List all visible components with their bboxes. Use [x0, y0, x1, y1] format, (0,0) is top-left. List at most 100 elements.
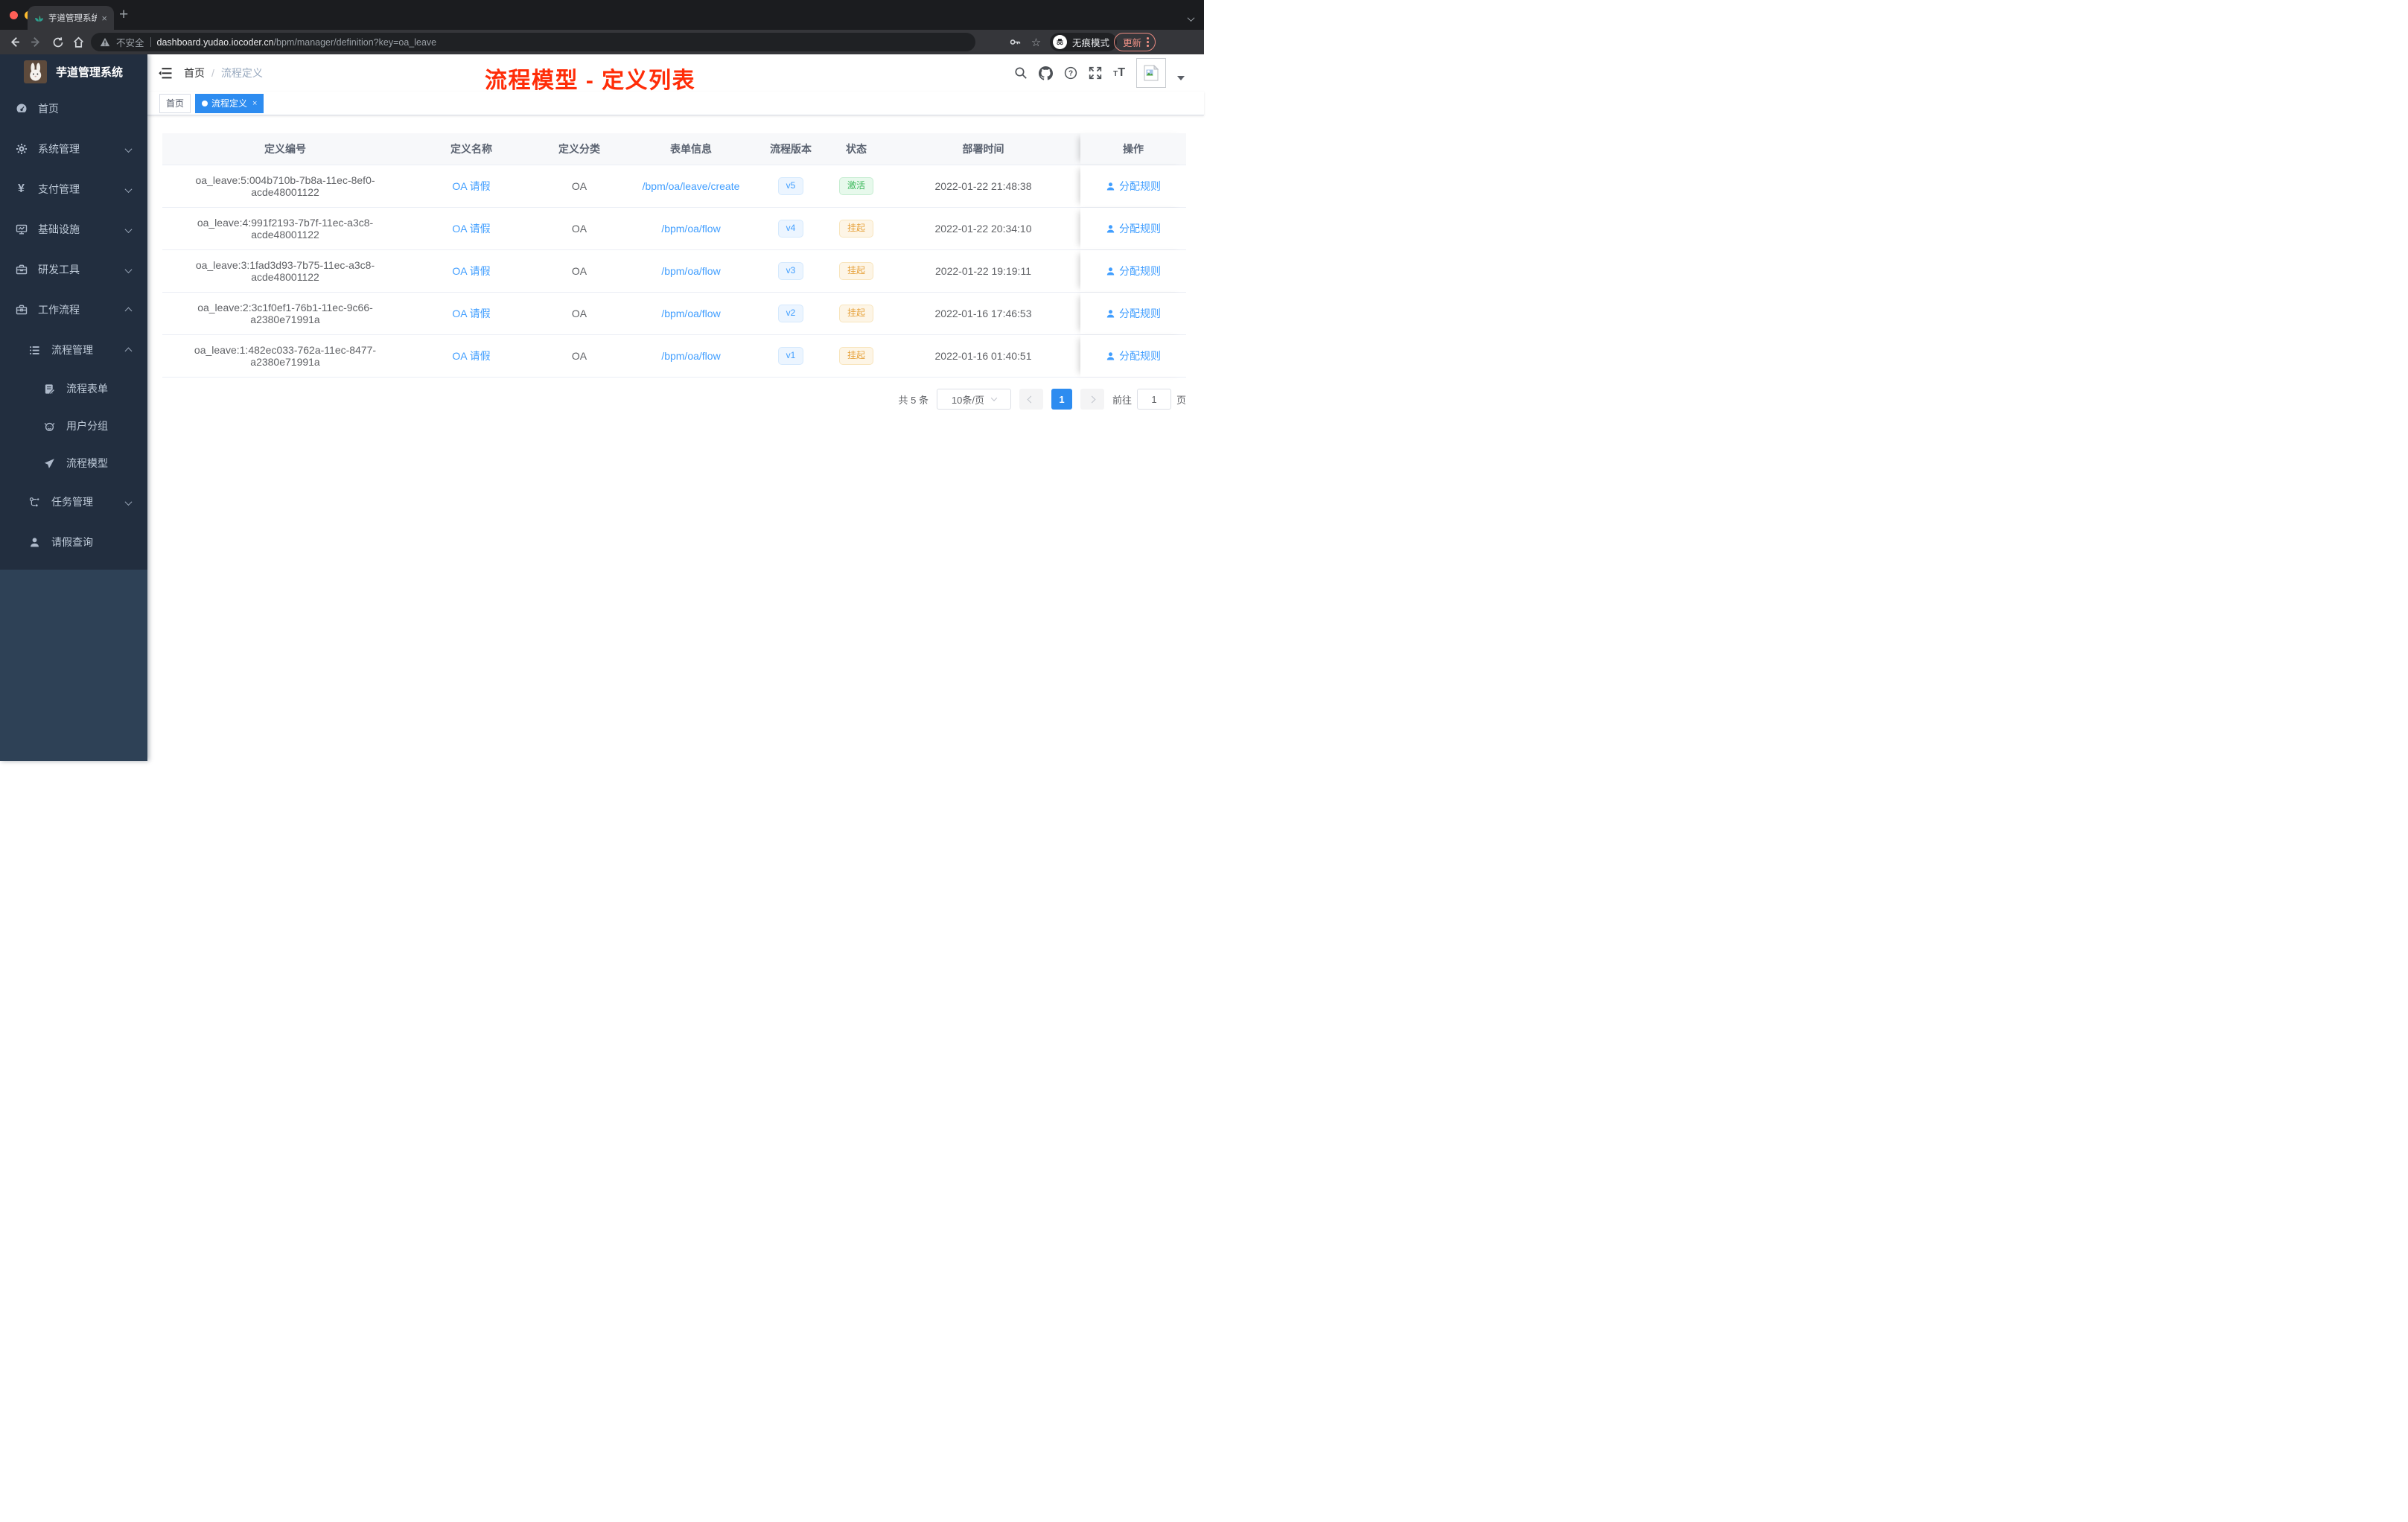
tab-title: 芋道管理系统 — [48, 14, 98, 23]
hamburger-icon[interactable] — [147, 67, 184, 80]
breadcrumb-current: 流程定义 — [220, 67, 263, 79]
form-info-link[interactable]: /bpm/oa/flow — [661, 265, 720, 277]
cell-definition-id: oa_leave:3:1fad3d93-7b75-11ec-a3c8-acde4… — [195, 259, 375, 283]
tags-view-bar: 首页 流程定义 × — [147, 92, 1204, 115]
tag-process-definition[interactable]: 流程定义 × — [195, 93, 264, 113]
assign-rule-link[interactable]: 分配规则 — [1106, 348, 1161, 363]
content-area: 定义编号 定义名称 定义分类 表单信息 流程版本 状态 部署时间 操作 oa_l… — [147, 115, 1204, 410]
url-host: dashboard.yudao.iocoder.cn — [156, 36, 274, 48]
sidebar-item-label: 研发工具 — [38, 264, 80, 276]
header-process-version: 流程版本 — [770, 143, 812, 155]
navbar-actions: ? TT — [1014, 54, 1185, 92]
sidebar-item-user-group[interactable]: 用户分组 — [0, 407, 147, 445]
sidebar-item-label: 基础设施 — [38, 223, 80, 235]
browser-menu-icon[interactable] — [1147, 37, 1149, 47]
form-info-link[interactable]: /bpm/oa/leave/create — [643, 180, 740, 192]
forward-icon[interactable] — [29, 35, 43, 49]
favicon-plant-icon — [34, 13, 44, 23]
sidebar-item-process-form[interactable]: 流程表单 — [0, 370, 147, 407]
version-badge: v1 — [777, 347, 804, 365]
sidebar-item-label: 流程管理 — [51, 344, 93, 356]
insecure-warning-icon — [100, 37, 110, 47]
chevron-down-icon — [124, 143, 133, 155]
goto-label: 前往 — [1112, 394, 1132, 406]
browser-tabstrip: 芋道管理系统 × + — [0, 0, 1204, 30]
next-page-button[interactable] — [1080, 389, 1104, 410]
yen-icon: ¥ — [18, 182, 25, 195]
cell-deploy-time: 2022-01-16 01:40:51 — [934, 350, 1032, 362]
chrome-update-button[interactable]: 更新 — [1114, 33, 1156, 51]
sidebar-item-home[interactable]: 首页 — [0, 89, 147, 129]
sidebar-item-system[interactable]: 系统管理 — [0, 129, 147, 169]
tab-search-icon[interactable] — [1187, 12, 1195, 25]
incognito-label: 无痕模式 — [1072, 38, 1110, 48]
definition-name-link[interactable]: OA 请假 — [452, 221, 490, 236]
version-badge: v3 — [777, 262, 804, 280]
fullscreen-icon[interactable] — [1089, 66, 1102, 80]
definition-name-link[interactable]: OA 请假 — [452, 179, 490, 194]
header-form-info: 表单信息 — [670, 143, 712, 155]
definition-name-link[interactable]: OA 请假 — [452, 264, 490, 278]
page-unit-label: 页 — [1176, 394, 1186, 406]
sidebar-item-dev-tools[interactable]: 研发工具 — [0, 249, 147, 290]
sidebar-item-label: 任务管理 — [51, 496, 93, 508]
browser-tab[interactable]: 芋道管理系统 × — [28, 6, 114, 30]
incognito-badge: 无痕模式 — [1050, 33, 1118, 51]
sidebar-item-process-management[interactable]: 流程管理 — [0, 330, 147, 370]
avatar-caret-icon[interactable] — [1177, 76, 1185, 80]
sidebar-item-process-model[interactable]: 流程模型 — [0, 445, 147, 482]
page-size-select[interactable]: 10条/页 — [936, 389, 1011, 410]
assign-rule-link[interactable]: 分配规则 — [1106, 264, 1161, 278]
form-info-link[interactable]: /bpm/oa/flow — [661, 350, 720, 362]
sidebar-item-workflow[interactable]: 工作流程 — [0, 290, 147, 330]
tag-home[interactable]: 首页 — [159, 93, 191, 113]
goto-page-input[interactable] — [1136, 389, 1171, 410]
mac-close-button[interactable] — [10, 11, 18, 19]
url-bar[interactable]: 不安全 dashboard.yudao.iocoder.cn/bpm/manag… — [91, 33, 975, 51]
user-group-icon — [43, 421, 56, 432]
current-page-button[interactable]: 1 — [1051, 389, 1072, 410]
user-icon — [1106, 224, 1115, 233]
reload-icon[interactable] — [51, 35, 65, 49]
password-key-icon[interactable] — [1008, 35, 1022, 49]
new-tab-button[interactable]: + — [119, 7, 128, 23]
sidebar-item-label: 流程表单 — [66, 383, 108, 395]
back-icon[interactable] — [7, 35, 22, 49]
bookmark-star-icon[interactable]: ☆ — [1029, 35, 1043, 49]
definition-name-link[interactable]: OA 请假 — [452, 306, 490, 321]
breadcrumb: 首页 / 流程定义 — [184, 66, 263, 80]
prev-page-button[interactable] — [1019, 389, 1043, 410]
form-info-link[interactable]: /bpm/oa/flow — [661, 223, 720, 235]
sidebar-item-task-management[interactable]: 任务管理 — [0, 482, 147, 522]
definition-name-link[interactable]: OA 请假 — [452, 348, 490, 363]
assign-rule-link[interactable]: 分配规则 — [1106, 179, 1161, 194]
cell-definition-id: oa_leave:2:3c1f0ef1-76b1-11ec-9c66-a2380… — [197, 302, 373, 325]
assign-rule-link[interactable]: 分配规则 — [1106, 306, 1161, 321]
app-logo-row[interactable]: 芋道管理系统 — [0, 54, 147, 89]
home-icon[interactable] — [71, 35, 86, 49]
sidebar-item-infrastructure[interactable]: 基础设施 — [0, 209, 147, 249]
sidebar-item-leave-query[interactable]: 请假查询 — [0, 522, 147, 562]
help-icon[interactable]: ? — [1064, 66, 1077, 80]
header-actions: 操作 — [1080, 133, 1186, 165]
cell-deploy-time: 2022-01-22 21:48:38 — [934, 180, 1032, 192]
header-definition-name: 定义名称 — [450, 143, 492, 155]
search-icon[interactable] — [1014, 66, 1028, 80]
sidebar-item-payment[interactable]: ¥ 支付管理 — [0, 169, 147, 209]
sidebar: 芋道管理系统 首页 系统管理 ¥ 支付管理 基础设施 研发工具 工作流程 流程管… — [0, 54, 147, 761]
github-icon[interactable] — [1039, 66, 1054, 80]
status-badge: 挂起 — [838, 347, 873, 365]
tag-close-icon[interactable]: × — [252, 99, 257, 108]
tab-close-icon[interactable]: × — [101, 13, 107, 23]
sidebar-item-label: 请假查询 — [51, 536, 93, 548]
sidebar-item-label: 用户分组 — [66, 420, 108, 432]
breadcrumb-home[interactable]: 首页 — [184, 66, 205, 80]
sidebar-item-label: 支付管理 — [38, 183, 80, 195]
avatar[interactable] — [1136, 58, 1166, 88]
header-deploy-time: 部署时间 — [962, 143, 1004, 155]
assign-rule-link[interactable]: 分配规则 — [1106, 221, 1161, 236]
form-info-link[interactable]: /bpm/oa/flow — [661, 308, 720, 319]
table-row: oa_leave:2:3c1f0ef1-76b1-11ec-9c66-a2380… — [162, 293, 1186, 335]
monitor-icon — [15, 223, 28, 235]
font-size-icon[interactable]: TT — [1113, 67, 1125, 79]
